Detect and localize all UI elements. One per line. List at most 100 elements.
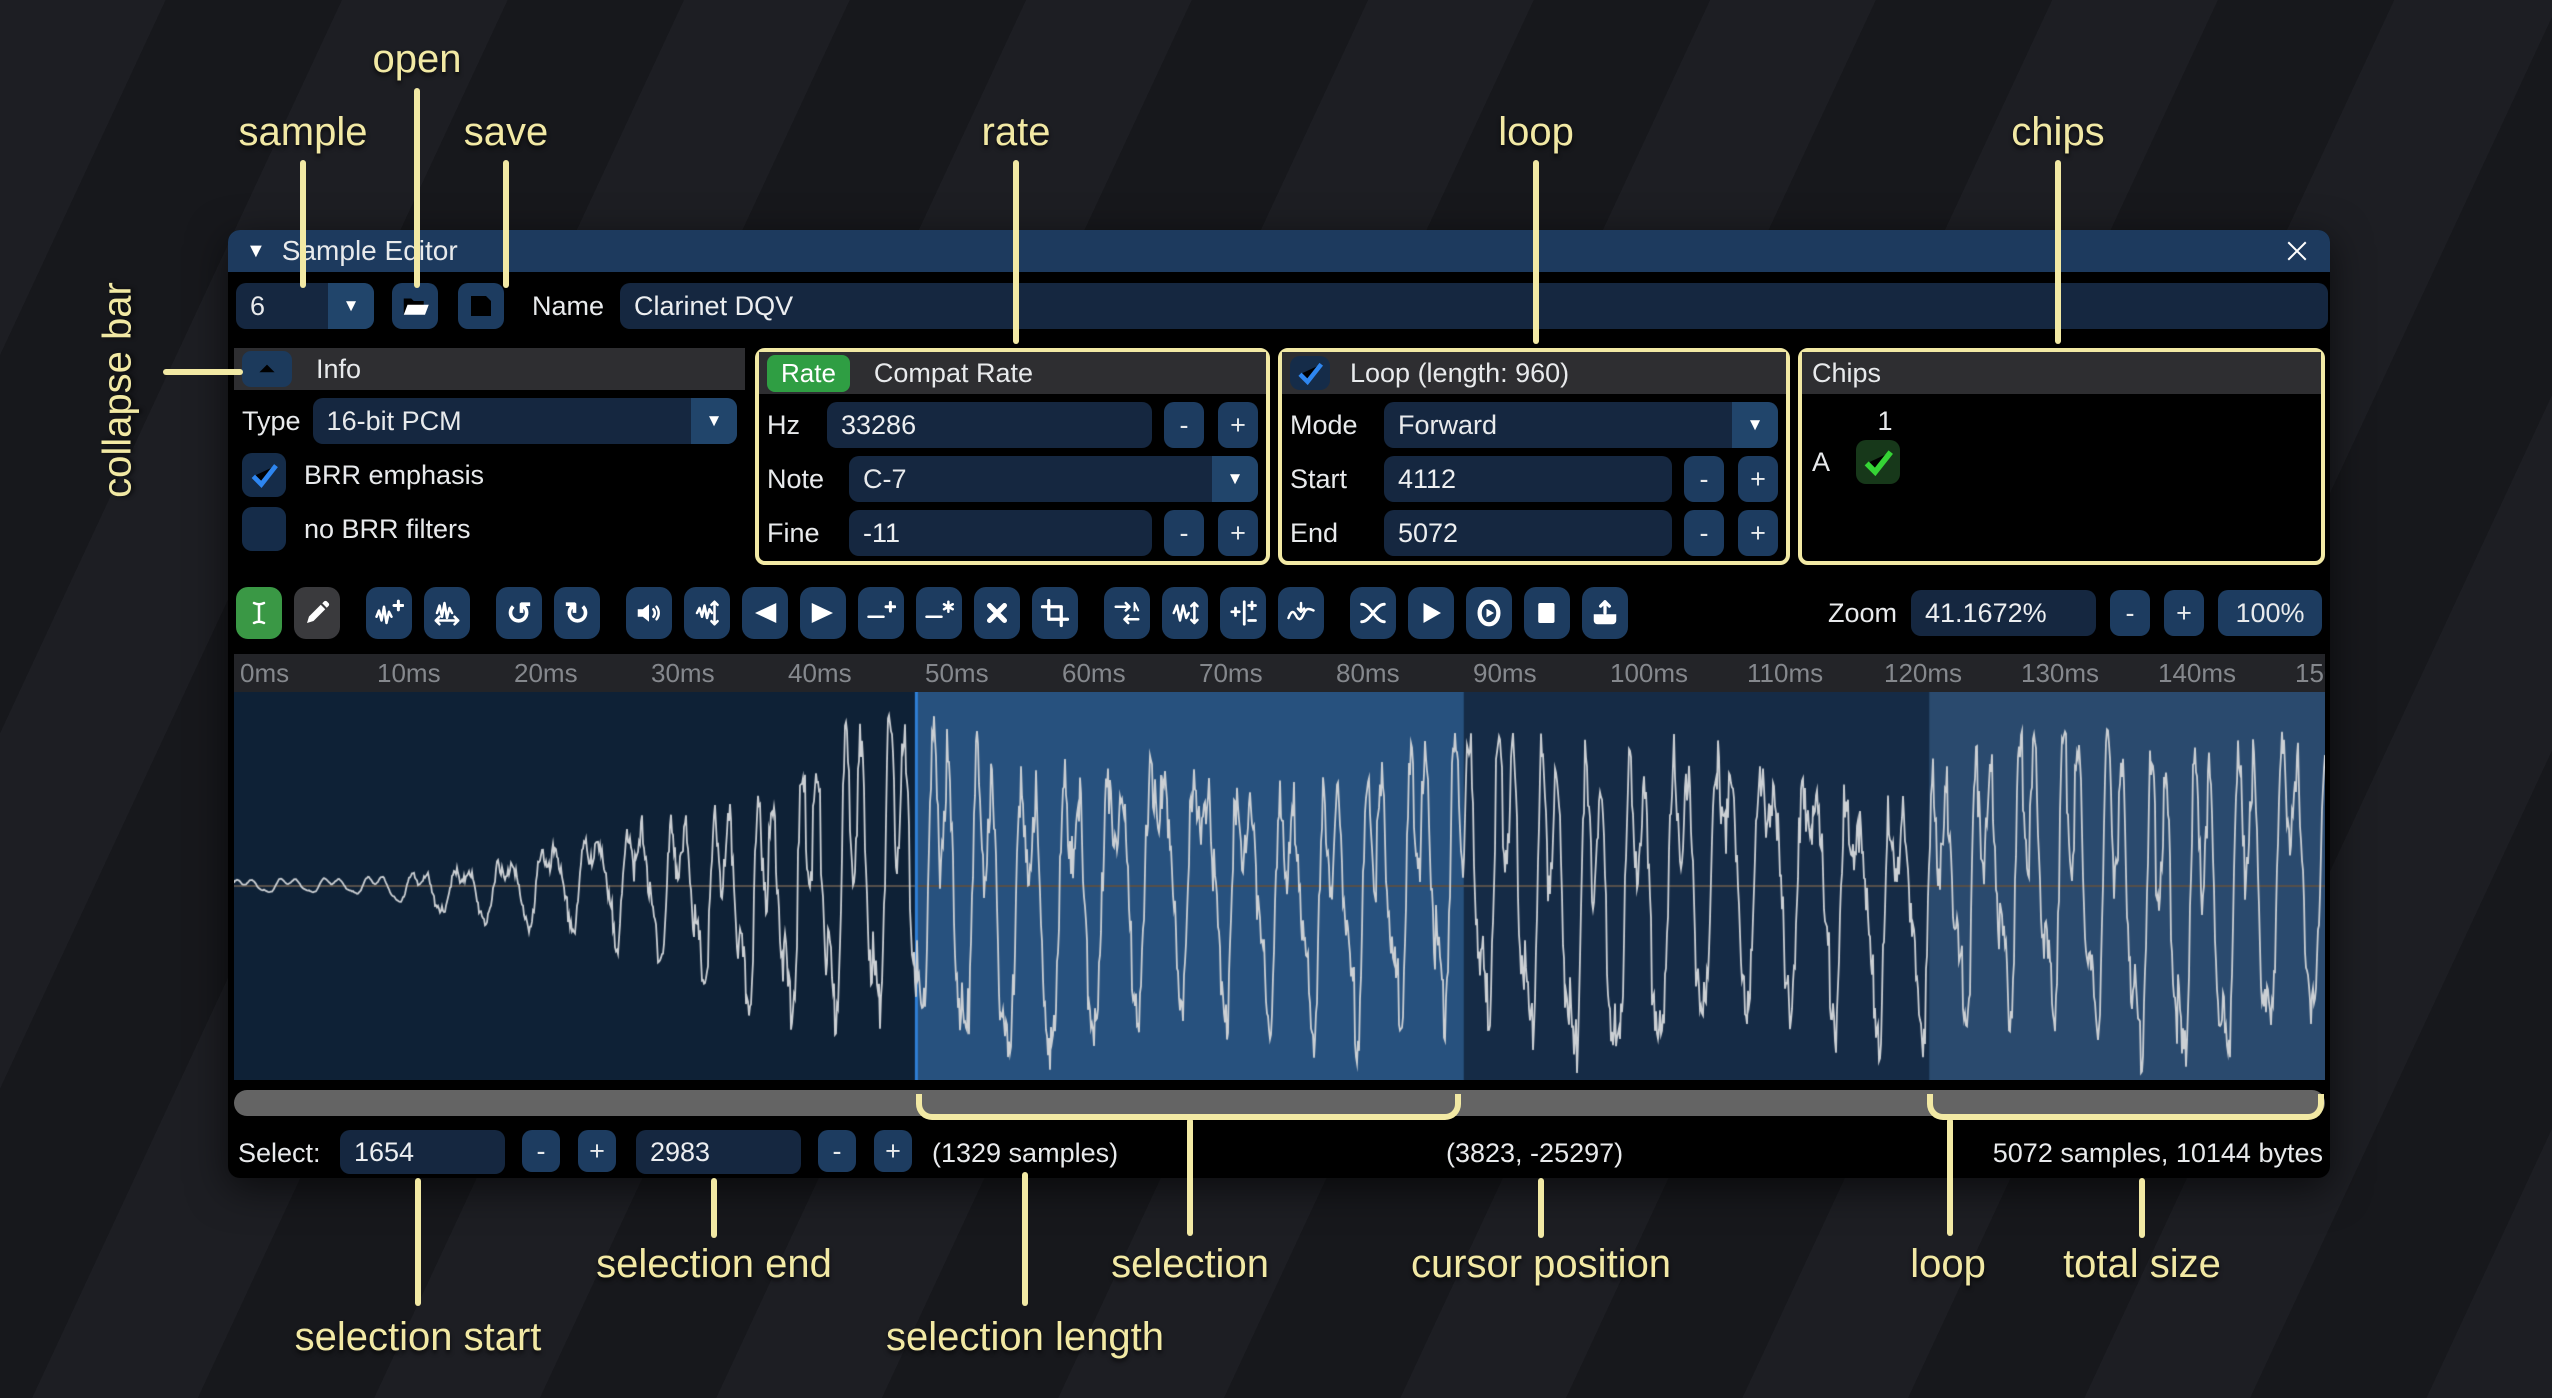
window-title: Sample Editor xyxy=(282,235,458,267)
rate-header-label[interactable]: Compat Rate xyxy=(874,358,1033,389)
chevron-down-icon[interactable]: ▼ xyxy=(328,283,374,329)
sample-row: 6 ▼ Name Clarinet DQV xyxy=(228,278,2330,334)
loop-panel: Loop (length: 960) Mode Forward ▼ Start … xyxy=(1278,348,1790,565)
loop-mode-dropdown[interactable]: Forward ▼ xyxy=(1384,402,1778,448)
selection-start-minus-button[interactable]: - xyxy=(522,1130,560,1172)
zoom-reset-button[interactable]: 100% xyxy=(2218,590,2322,636)
crossfade-button[interactable] xyxy=(1350,587,1396,639)
annotation-cursor-position: cursor position xyxy=(1411,1242,1671,1287)
trim-button[interactable] xyxy=(1032,587,1078,639)
select-label: Select: xyxy=(238,1130,321,1176)
cursor-position-text: (3823, -25297) xyxy=(1446,1130,1623,1176)
sign-button[interactable] xyxy=(1220,587,1266,639)
play-selection-button[interactable] xyxy=(1466,587,1512,639)
loop-end-plus-button[interactable]: + xyxy=(1738,510,1778,556)
resize-icon xyxy=(374,598,404,628)
amplify-icon xyxy=(634,598,664,628)
invert-button[interactable] xyxy=(1162,587,1208,639)
waveform-scrollbar[interactable] xyxy=(234,1090,2325,1118)
resample-button[interactable] xyxy=(424,587,470,639)
selection-end-input[interactable]: 2983 xyxy=(636,1130,801,1174)
zoom-label: Zoom xyxy=(1828,598,1897,629)
selection-length-text: (1329 samples) xyxy=(932,1130,1118,1176)
reverse-button[interactable] xyxy=(1104,587,1150,639)
delete-button[interactable] xyxy=(974,587,1020,639)
hz-input[interactable]: 33286 xyxy=(827,402,1152,448)
fine-input[interactable]: -11 xyxy=(849,510,1152,556)
save-button[interactable] xyxy=(458,283,504,329)
loop-end-input[interactable]: 5072 xyxy=(1384,510,1672,556)
chip-enable-checkbox[interactable] xyxy=(1856,440,1900,484)
loop-start-minus-button[interactable]: - xyxy=(1684,456,1724,502)
note-dropdown[interactable]: C-7 ▼ xyxy=(849,456,1258,502)
selection-end-minus-button[interactable]: - xyxy=(818,1130,856,1172)
brr-emphasis-checkbox[interactable] xyxy=(242,453,286,497)
play-button[interactable] xyxy=(1408,587,1454,639)
loop-checkbox[interactable] xyxy=(1290,356,1330,390)
chevron-down-icon[interactable]: ▼ xyxy=(1212,456,1258,502)
amplify-button[interactable] xyxy=(626,587,672,639)
filter-button[interactable] xyxy=(1278,587,1324,639)
undo-button[interactable]: ↺ xyxy=(496,587,542,639)
zoom-out-button[interactable]: - xyxy=(2110,590,2150,636)
time-ruler[interactable]: 0ms10ms20ms30ms40ms50ms60ms70ms80ms90ms1… xyxy=(234,654,2325,692)
open-button[interactable] xyxy=(392,283,438,329)
hz-plus-button[interactable]: + xyxy=(1218,402,1258,448)
fade-out-button[interactable] xyxy=(800,587,846,639)
annotation-open: open xyxy=(373,37,462,82)
edit-mode-select-button[interactable] xyxy=(236,587,282,639)
no-brr-filters-checkbox[interactable] xyxy=(242,507,286,551)
rate-panel: Rate Compat Rate Hz 33286 - + Note C-7 ▼ xyxy=(755,348,1270,565)
normalize-button[interactable] xyxy=(684,587,730,639)
desktop-background: ▼ Sample Editor 6 ▼ Name Clarinet DQV xyxy=(0,0,2552,1398)
close-button[interactable] xyxy=(2280,234,2314,268)
insert-silence-button[interactable] xyxy=(858,587,904,639)
zoom-in-button[interactable]: + xyxy=(2164,590,2204,636)
type-dropdown[interactable]: 16-bit PCM ▼ xyxy=(313,398,737,444)
loop-start-input[interactable]: 4112 xyxy=(1384,456,1672,502)
apply-silence-button[interactable] xyxy=(916,587,962,639)
sample-select[interactable]: 6 ▼ xyxy=(236,283,374,329)
title-bar[interactable]: ▼ Sample Editor xyxy=(228,230,2330,272)
hz-minus-button[interactable]: - xyxy=(1164,402,1204,448)
annotation-selection-end: selection end xyxy=(596,1242,832,1287)
fine-plus-button[interactable]: + xyxy=(1218,510,1258,556)
resize-button[interactable] xyxy=(366,587,412,639)
edit-mode-draw-button[interactable] xyxy=(294,587,340,639)
reverse-icon xyxy=(1112,598,1142,628)
zoom-input[interactable]: 41.1672% xyxy=(1911,590,2096,636)
name-label: Name xyxy=(532,291,604,322)
collapse-bar-button[interactable] xyxy=(242,351,292,387)
waveform-view[interactable] xyxy=(234,692,2325,1080)
selection-start-input[interactable]: 1654 xyxy=(340,1130,505,1174)
stop-button[interactable] xyxy=(1524,587,1570,639)
create-instrument-button[interactable] xyxy=(1582,587,1628,639)
redo-button[interactable]: ↻ xyxy=(554,587,600,639)
ruler-tick: 90ms xyxy=(1473,658,1537,689)
collapse-triangle-icon[interactable]: ▼ xyxy=(246,240,266,263)
waveform-canvas[interactable] xyxy=(234,692,2325,1080)
selection-start-plus-button[interactable]: + xyxy=(578,1130,616,1172)
ruler-tick: 50ms xyxy=(925,658,989,689)
ruler-tick: 10ms xyxy=(377,658,441,689)
total-size-text: 5072 samples, 10144 bytes xyxy=(1993,1130,2323,1176)
fade-in-button[interactable] xyxy=(742,587,788,639)
chevron-down-icon[interactable]: ▼ xyxy=(691,398,737,444)
annotation-selection: selection xyxy=(1111,1242,1269,1287)
normalize-icon xyxy=(692,598,722,628)
hz-label: Hz xyxy=(767,410,815,441)
loop-end-minus-button[interactable]: - xyxy=(1684,510,1724,556)
note-value: C-7 xyxy=(849,464,1212,495)
zoom-cluster: Zoom 41.1672% - + 100% xyxy=(1828,590,2322,636)
scrollbar-thumb[interactable] xyxy=(234,1090,2325,1116)
name-input[interactable]: Clarinet DQV xyxy=(620,283,2328,329)
loop-start-plus-button[interactable]: + xyxy=(1738,456,1778,502)
chevron-down-icon[interactable]: ▼ xyxy=(1732,402,1778,448)
selection-end-plus-button[interactable]: + xyxy=(874,1130,912,1172)
create-instrument-icon xyxy=(1590,598,1620,628)
annotation-selection-length: selection length xyxy=(886,1315,1164,1360)
sign-icon xyxy=(1228,598,1258,628)
fine-minus-button[interactable]: - xyxy=(1164,510,1204,556)
annotation-loop-bottom: loop xyxy=(1910,1242,1986,1287)
check-icon xyxy=(1861,445,1895,479)
